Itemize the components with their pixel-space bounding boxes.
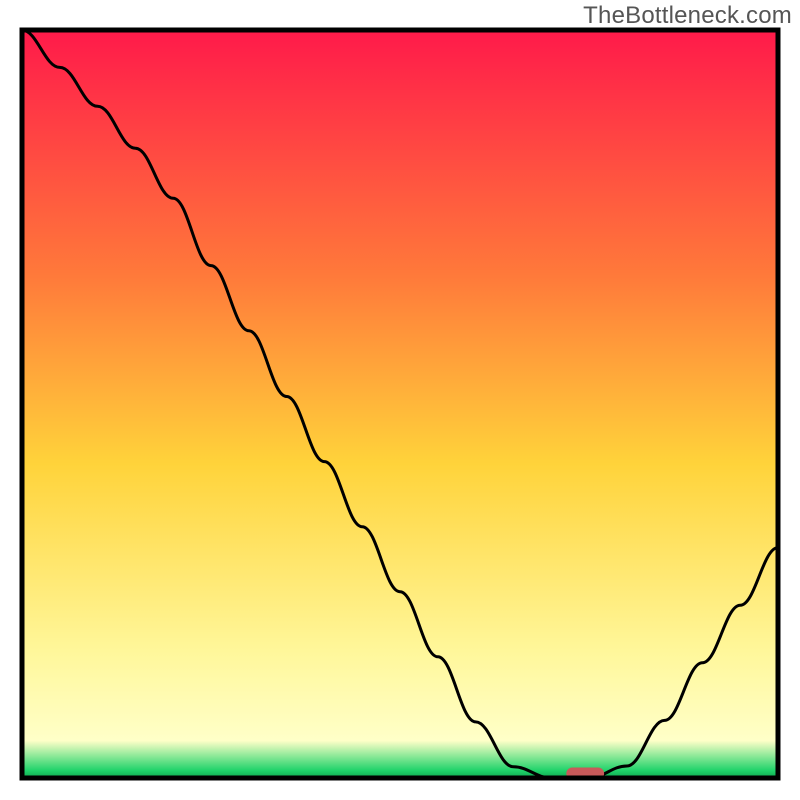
watermark-text: TheBottleneck.com [583,2,792,30]
chart-frame: { "watermark": "TheBottleneck.com", "col… [0,0,800,800]
bottleneck-chart [0,0,800,800]
gradient-background [22,30,778,778]
